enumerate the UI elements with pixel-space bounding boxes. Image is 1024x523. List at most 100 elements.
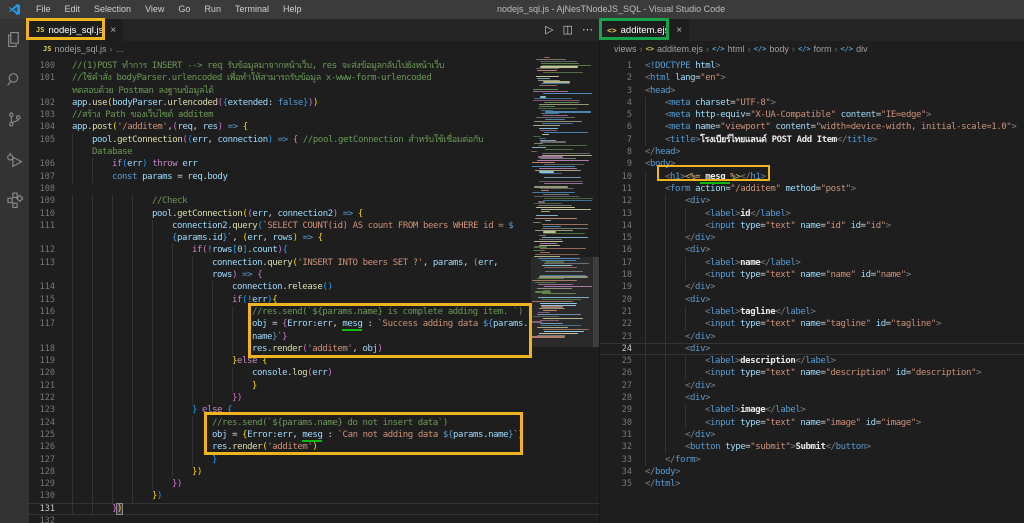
breadcrumb-item-views[interactable]: views [614, 44, 637, 54]
code-line-132[interactable]: 132 [29, 515, 599, 523]
code-area-right[interactable]: 1 <!DOCTYPE html> 2 <html lang="en"> 3 <head>… [600, 60, 1024, 490]
code-line-111[interactable]: 111 connection2.query(`SELECT COUNT(id) A… [29, 219, 599, 233]
breadcrumb-item-div[interactable]: </> div [841, 44, 868, 54]
code-line-123[interactable]: 123} else { [29, 404, 599, 417]
code-line-35[interactable]: 35 </html> [600, 478, 1024, 490]
code-line-125[interactable]: 125 obj = {Error:err, mesg : `Can not add… [29, 428, 599, 442]
editor-left[interactable]: 100 //(1)POST ทำการ INSERT --> req รับข้อ… [29, 57, 599, 523]
menu-item-run[interactable]: Run [197, 0, 228, 19]
code-line-120[interactable]: 120 console.log(err) [29, 367, 599, 380]
code-line-109[interactable]: 109 //Check [29, 195, 599, 208]
code-line-11[interactable]: 11 <form action="/additem" method="post"> [600, 182, 1024, 196]
menu-item-edit[interactable]: Edit [58, 0, 88, 19]
code-line-107[interactable]: 107 const params = req.body [29, 170, 599, 183]
code-line-22[interactable]: 22 <input type="text" name="tagline" id="… [600, 318, 1024, 331]
code-line-21[interactable]: 21 <label>tagline</label> [600, 305, 1024, 319]
code-line-127[interactable]: 127} [29, 453, 599, 466]
code-line-14[interactable]: 14 <input type="text" name="id" id="id"> [600, 219, 1024, 233]
run-debug-icon[interactable] [0, 139, 29, 179]
split-editor-icon[interactable]: ◫ [563, 19, 573, 41]
code-line-6[interactable]: 6 <meta name="viewport" content="width=de… [600, 121, 1024, 134]
code-line-32[interactable]: 32 <button type="submit">Submit</button> [600, 441, 1024, 454]
menu-item-terminal[interactable]: Terminal [228, 0, 276, 19]
close-tab-icon[interactable]: × [110, 25, 116, 36]
code-line-wrap[interactable]: {params.id}`, (err, rows) => { [29, 232, 599, 245]
code-line-16[interactable]: 16 <div> [600, 244, 1024, 257]
code-line-2[interactable]: 2 <html lang="en"> [600, 72, 1024, 84]
code-line-115[interactable]: 115 if(!err){ [29, 293, 599, 306]
code-line-19[interactable]: 19 </div> [600, 281, 1024, 294]
code-line-34[interactable]: 34 </body> [600, 466, 1024, 478]
code-line-10[interactable]: 10 <h1><%= mesg %></h1> [600, 170, 1024, 184]
code-line-30[interactable]: 30 <input type="text" name="image" id="im… [600, 416, 1024, 429]
code-line-121[interactable]: 121} [29, 379, 599, 393]
code-line-122[interactable]: 122}) [29, 392, 599, 405]
search-icon[interactable] [0, 59, 29, 99]
breadcrumb-item-nodejs-sql-js[interactable]: JS nodejs_sql.js [43, 44, 106, 54]
code-line-108[interactable]: 108 [29, 183, 599, 195]
breadcrumb-item--[interactable]: … [115, 44, 124, 54]
more-actions-icon[interactable]: ⋯ [582, 19, 593, 41]
code-line-26[interactable]: 26 <input type="text" name="description" … [600, 367, 1024, 380]
code-line-126[interactable]: 126 res.render('additem') [29, 441, 599, 454]
breadcrumb-item-form[interactable]: </> form [798, 44, 832, 54]
code-line-112[interactable]: 112 if(!rows[0].count){ [29, 244, 599, 257]
code-line-wrap[interactable]: rows) => { [29, 269, 599, 282]
source-control-icon[interactable] [0, 99, 29, 139]
code-line-33[interactable]: 33 </form> [600, 453, 1024, 466]
code-line-105[interactable]: 105 pool.getConnection((err, connection) … [29, 133, 599, 147]
run-icon[interactable]: ▷ [545, 19, 553, 41]
code-line-106[interactable]: 106 if(err) throw err [29, 158, 599, 171]
code-line-18[interactable]: 18 <input type="text" name="name" id="nam… [600, 269, 1024, 282]
code-line-110[interactable]: 110 pool.getConnection((err, connection2)… [29, 207, 599, 220]
code-line-29[interactable]: 29 <label>image</label> [600, 404, 1024, 417]
menu-item-file[interactable]: File [29, 0, 58, 19]
code-line-117[interactable]: 117 obj = {Error:err, mesg : `Success add… [29, 318, 599, 332]
minimap[interactable] [531, 57, 593, 523]
code-line-31[interactable]: 31 </div> [600, 428, 1024, 442]
code-line-118[interactable]: 118 res.render('additem', obj) [29, 342, 599, 356]
code-line-20[interactable]: 20 <div> [600, 293, 1024, 306]
breadcrumb-item-html[interactable]: </> html [712, 44, 745, 54]
code-area-left[interactable]: 100 //(1)POST ทำการ INSERT --> req รับข้อ… [29, 60, 599, 523]
code-line-102[interactable]: 102 app.use(bodyParser.urlencoded({extend… [29, 97, 599, 109]
code-line-7[interactable]: 7 <title>โรงเบียร์ไทยแลนด์ POST Add Item<… [600, 133, 1024, 147]
code-line-wrap[interactable]: name}`} [29, 330, 599, 343]
code-line-101[interactable]: 101 //ใช้คำสั่ง bodyParser.urlencoded เพื… [29, 72, 599, 84]
code-line-wrap[interactable]: ทดสอบด้วย Postman ลงฐานข้อมูลได้ [29, 85, 599, 97]
menu-item-go[interactable]: Go [171, 0, 197, 19]
scrollbar-thumb[interactable] [593, 257, 599, 347]
code-line-113[interactable]: 113 connection.query('INSERT INTO beers S… [29, 256, 599, 270]
menu-item-view[interactable]: View [138, 0, 171, 19]
code-line-12[interactable]: 12 <div> [600, 195, 1024, 208]
code-line-128[interactable]: 128}) [29, 465, 599, 479]
code-line-15[interactable]: 15 </div> [600, 232, 1024, 245]
code-line-100[interactable]: 100 //(1)POST ทำการ INSERT --> req รับข้อ… [29, 60, 599, 72]
explorer-icon[interactable] [0, 19, 29, 59]
code-line-25[interactable]: 25 <label>description</label> [600, 355, 1024, 368]
breadcrumb-item-additem-ejs[interactable]: <> additem.ejs [646, 44, 703, 54]
code-line-119[interactable]: 119}else { [29, 355, 599, 368]
code-line-104[interactable]: 104 app.post('/additem',(req, res) => { [29, 121, 599, 133]
code-line-3[interactable]: 3 <head> [600, 85, 1024, 97]
code-line-4[interactable]: 4 <meta charset="UTF-8"> [600, 96, 1024, 110]
code-line-130[interactable]: 130}) [29, 490, 599, 503]
vertical-scrollbar[interactable] [593, 57, 599, 523]
code-line-17[interactable]: 17 <label>name</label> [600, 256, 1024, 270]
code-line-114[interactable]: 114 connection.release() [29, 281, 599, 294]
code-line-5[interactable]: 5 <meta http-equiv="X-UA-Compatible" cont… [600, 109, 1024, 122]
menu-item-help[interactable]: Help [276, 0, 309, 19]
code-line-23[interactable]: 23 </div> [600, 330, 1024, 343]
code-line-9[interactable]: 9 <body> [600, 158, 1024, 170]
editor-right[interactable]: 1 <!DOCTYPE html> 2 <html lang="en"> 3 <head>… [600, 57, 1024, 523]
code-line-103[interactable]: 103 //สร้าง Path ของเว็บไซต์ additem [29, 109, 599, 121]
breadcrumb-item-body[interactable]: </> body [754, 44, 789, 54]
code-line-116[interactable]: 116 //res.send(`${params.name} is complet… [29, 305, 599, 319]
close-tab-icon[interactable]: × [676, 25, 682, 36]
code-line-27[interactable]: 27 </div> [600, 379, 1024, 393]
code-line-28[interactable]: 28 <div> [600, 392, 1024, 405]
tab-additem-ejs[interactable]: <> additem.ejs × [600, 19, 690, 41]
code-line-1[interactable]: 1 <!DOCTYPE html> [600, 60, 1024, 72]
code-line-131[interactable]: 131}) [29, 502, 599, 515]
extensions-icon[interactable] [0, 179, 29, 219]
